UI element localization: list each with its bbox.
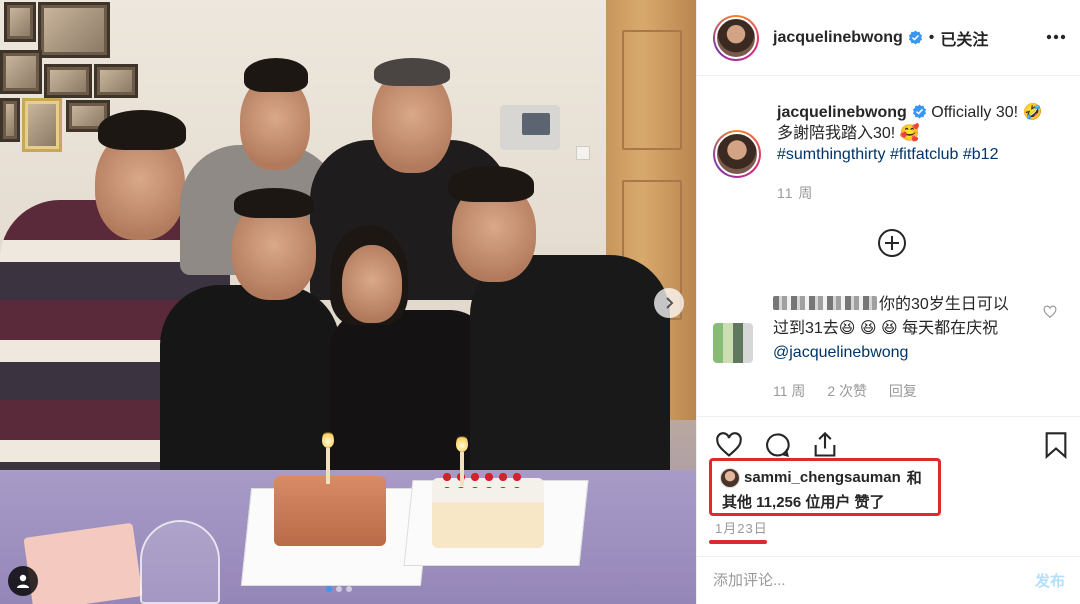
- carousel-dot: [336, 586, 342, 592]
- heart-outline-icon: [716, 432, 742, 457]
- caption-hashtags[interactable]: #sumthingthirty #fitfatclub #b12: [777, 144, 1042, 165]
- like-button[interactable]: [715, 431, 745, 461]
- carousel-next-button[interactable]: [654, 288, 684, 318]
- wall-frame: [0, 50, 42, 94]
- cake-left: [274, 476, 386, 546]
- post-sidebar: jacquelinebwong • 已关注 jacquelinebwong Of…: [696, 0, 1080, 604]
- caption-author-username[interactable]: jacquelinebwong: [777, 104, 907, 121]
- candle: [326, 448, 330, 484]
- candle: [460, 452, 464, 486]
- comment-timestamp[interactable]: 11 周: [773, 383, 805, 399]
- load-more-comments-button[interactable]: [877, 228, 907, 258]
- comment-reply-button[interactable]: 回复: [889, 383, 917, 399]
- carousel-indicator: [326, 586, 352, 592]
- comment-like-button[interactable]: [1043, 305, 1057, 319]
- wall-frame: [38, 2, 110, 58]
- wall-intercom: [500, 105, 560, 150]
- comment-bubble-icon: [766, 433, 790, 457]
- wall-frame: [4, 2, 36, 42]
- comment-composer: 发布: [697, 556, 1080, 604]
- post-caption: jacquelinebwong Officially 30! 🤣 多謝陪我踏入3…: [713, 102, 1073, 204]
- candle-flame: [322, 430, 334, 448]
- first-liker-username[interactable]: sammi_chengsauman: [744, 469, 901, 486]
- tagged-users-button[interactable]: [8, 566, 38, 596]
- likes-and-text: 和: [906, 470, 922, 487]
- author-avatar[interactable]: [713, 14, 759, 61]
- wine-glass: [140, 520, 220, 604]
- share-icon: [814, 431, 836, 457]
- plus-circle-icon: [878, 229, 906, 257]
- bookmark-icon: [1045, 432, 1067, 459]
- likes-summary[interactable]: sammi_chengsauman 和 其他 11,256 位用户 赞了: [709, 458, 941, 516]
- verified-badge-icon: [912, 104, 927, 119]
- following-button[interactable]: 已关注: [940, 26, 988, 50]
- wall-frame: [94, 64, 138, 98]
- caption-author-avatar[interactable]: [713, 130, 761, 178]
- post-date[interactable]: 1月23日: [715, 518, 768, 537]
- light-switch: [576, 146, 590, 160]
- comment-likes-count[interactable]: 2 次赞: [827, 383, 867, 399]
- caption-line-1: Officially 30! 🤣: [931, 104, 1043, 121]
- door-panel: [622, 30, 682, 150]
- cake-right: [432, 478, 544, 548]
- share-button[interactable]: [811, 431, 841, 461]
- likes-count[interactable]: 其他 11,256 位用户 赞了: [722, 491, 930, 512]
- liker-avatar[interactable]: [720, 467, 740, 488]
- commenter-avatar[interactable]: [713, 323, 753, 363]
- author-username[interactable]: jacquelinebwong: [773, 29, 903, 47]
- post-photo[interactable]: [0, 0, 696, 604]
- caption-timestamp[interactable]: 11 周: [777, 183, 1042, 204]
- carousel-dot: [326, 586, 332, 592]
- more-options-button[interactable]: [1043, 24, 1069, 50]
- save-button[interactable]: [1043, 431, 1073, 461]
- wall-frame: [22, 98, 62, 152]
- commenter-username-redacted[interactable]: [773, 296, 877, 310]
- more-horizontal-icon: [1046, 34, 1066, 40]
- comment-item: 你的30岁生日可以过到31去😆 😆 😆 每天都在庆祝 @jacquelinebw…: [713, 293, 1073, 403]
- follow-separator: •: [928, 28, 935, 46]
- candle-flame: [456, 434, 468, 452]
- chevron-right-icon: [666, 297, 674, 309]
- comment-button[interactable]: [763, 431, 793, 461]
- comment-mention[interactable]: @jacquelinebwong: [773, 341, 1023, 365]
- wall-frame: [0, 98, 20, 142]
- post-comment-button[interactable]: 发布: [1035, 570, 1065, 591]
- heart-outline-icon: [1043, 305, 1057, 319]
- carousel-dot: [346, 586, 352, 592]
- caption-line-2: 多謝陪我踏入30! 🥰: [777, 125, 920, 142]
- user-icon: [17, 574, 29, 588]
- comment-meta: 11 周 2 次赞 回复: [773, 379, 1023, 403]
- verified-badge-icon: [908, 30, 923, 45]
- caption-text: jacquelinebwong Officially 30! 🤣 多謝陪我踏入3…: [777, 102, 1042, 204]
- post-header: jacquelinebwong • 已关注: [697, 0, 1080, 76]
- add-comment-input[interactable]: [713, 572, 1035, 589]
- napkin: [23, 522, 143, 604]
- date-highlight-underline: [709, 540, 767, 544]
- cake-strawberries: [440, 470, 524, 488]
- wall-frame: [44, 64, 92, 98]
